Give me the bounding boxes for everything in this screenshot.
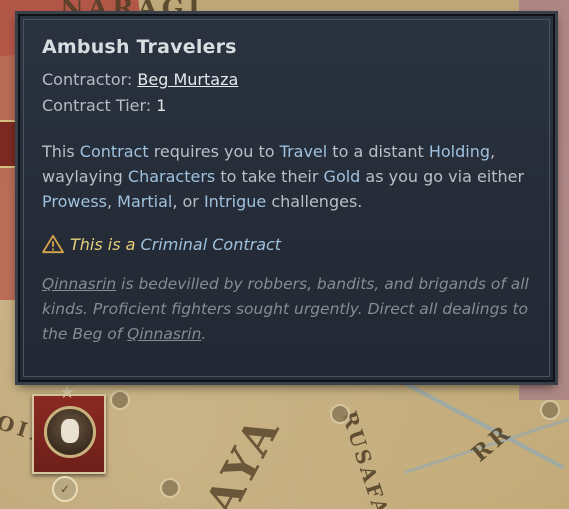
character-map-banner[interactable]: ★ xyxy=(32,382,106,474)
holding-icon[interactable] xyxy=(160,478,180,498)
holding-icon[interactable] xyxy=(330,404,350,424)
province-medallion[interactable] xyxy=(0,120,18,168)
concept-criminal-contract[interactable]: Criminal Contract xyxy=(141,235,282,254)
contractor-label: Contractor: xyxy=(42,70,133,89)
flavor-text: is bedevilled by robbers, bandits, and b… xyxy=(42,275,529,343)
character-portrait[interactable] xyxy=(44,406,96,458)
desc-text: requires you to xyxy=(148,142,280,161)
place-link-qinnasrin[interactable]: Qinnasrin xyxy=(127,325,201,343)
check-badge-icon[interactable]: ✓ xyxy=(52,476,78,502)
contract-title: Ambush Travelers xyxy=(42,36,237,58)
star-icon: ★ xyxy=(59,382,76,403)
desc-text: to a distant xyxy=(327,142,429,161)
contract-flavor-text: Qinnasrin is bedevilled by robbers, band… xyxy=(42,272,531,347)
concept-prowess[interactable]: Prowess xyxy=(42,192,107,211)
concept-gold[interactable]: Gold xyxy=(324,167,361,186)
concept-travel[interactable]: Travel xyxy=(280,142,328,161)
criminal-contract-notice: This is a Criminal Contract xyxy=(42,234,531,254)
concept-contract[interactable]: Contract xyxy=(80,142,149,161)
desc-text: , xyxy=(490,142,496,161)
contractor-name-link[interactable]: Beg Murtaza xyxy=(137,70,238,89)
place-link-qinnasrin[interactable]: Qinnasrin xyxy=(42,275,116,293)
concept-intrigue[interactable]: Intrigue xyxy=(204,192,266,211)
contract-contractor-row: Contractor: Beg Murtaza xyxy=(42,67,531,93)
desc-text: as you go via either xyxy=(360,167,525,186)
warning-triangle-icon xyxy=(42,234,64,254)
holding-icon[interactable] xyxy=(540,400,560,420)
concept-martial[interactable]: Martial xyxy=(117,192,172,211)
contract-tier-row: Contract Tier: 1 xyxy=(42,93,531,119)
tier-label: Contract Tier: xyxy=(42,96,152,115)
desc-text: to take their xyxy=(215,167,324,186)
contract-description: This Contract requires you to Travel to … xyxy=(42,139,531,214)
desc-text: , or xyxy=(172,192,204,211)
criminal-prefix: This is a xyxy=(70,234,141,254)
concept-characters[interactable]: Characters xyxy=(128,167,215,186)
desc-text: This xyxy=(42,142,80,161)
holding-icon[interactable] xyxy=(110,390,130,410)
tier-value: 1 xyxy=(156,96,167,115)
flavor-text: . xyxy=(201,325,207,343)
concept-holding[interactable]: Holding xyxy=(429,142,490,161)
desc-text: , xyxy=(106,192,118,211)
desc-text: waylaying xyxy=(42,167,128,186)
desc-text: challenges. xyxy=(266,192,363,211)
portrait-face xyxy=(61,419,79,443)
contract-tooltip: Ambush Travelers Contractor: Beg Murtaza… xyxy=(18,14,555,382)
